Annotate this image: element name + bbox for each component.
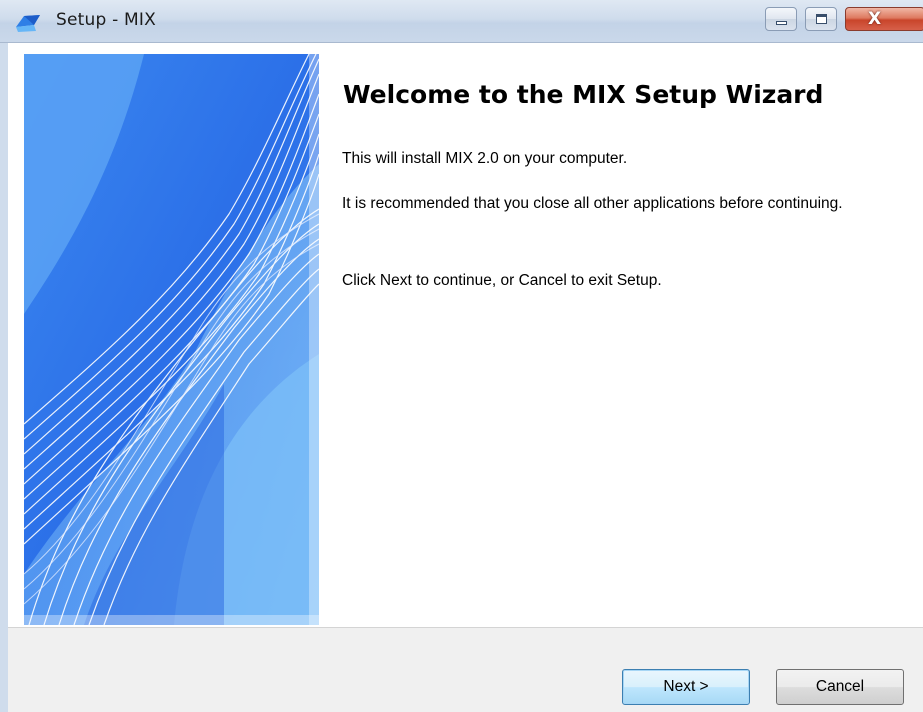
- wizard-footer: Next > Cancel: [8, 627, 923, 712]
- next-cancel-instructions-text: Click Next to continue, or Cancel to exi…: [342, 272, 662, 289]
- maximize-button[interactable]: [805, 7, 837, 31]
- close-icon: X: [868, 9, 882, 29]
- minimize-button[interactable]: [765, 7, 797, 31]
- welcome-heading: Welcome to the MIX Setup Wizard: [343, 80, 824, 109]
- title-bar[interactable]: Setup - MIX X: [0, 0, 923, 43]
- close-apps-recommendation-text: It is recommended that you close all oth…: [342, 195, 843, 212]
- cancel-button[interactable]: Cancel: [776, 669, 904, 705]
- wizard-wave-banner: [24, 54, 319, 625]
- close-button[interactable]: X: [845, 7, 923, 31]
- setup-window: Setup - MIX X Welcome to the MIX Setup W…: [0, 0, 923, 712]
- setup-app-icon: [16, 15, 40, 32]
- window-title: Setup - MIX: [56, 10, 156, 30]
- next-button[interactable]: Next >: [622, 669, 750, 705]
- wizard-client-area: Welcome to the MIX Setup Wizard This wil…: [0, 43, 923, 712]
- install-info-text: This will install MIX 2.0 on your comput…: [342, 150, 628, 167]
